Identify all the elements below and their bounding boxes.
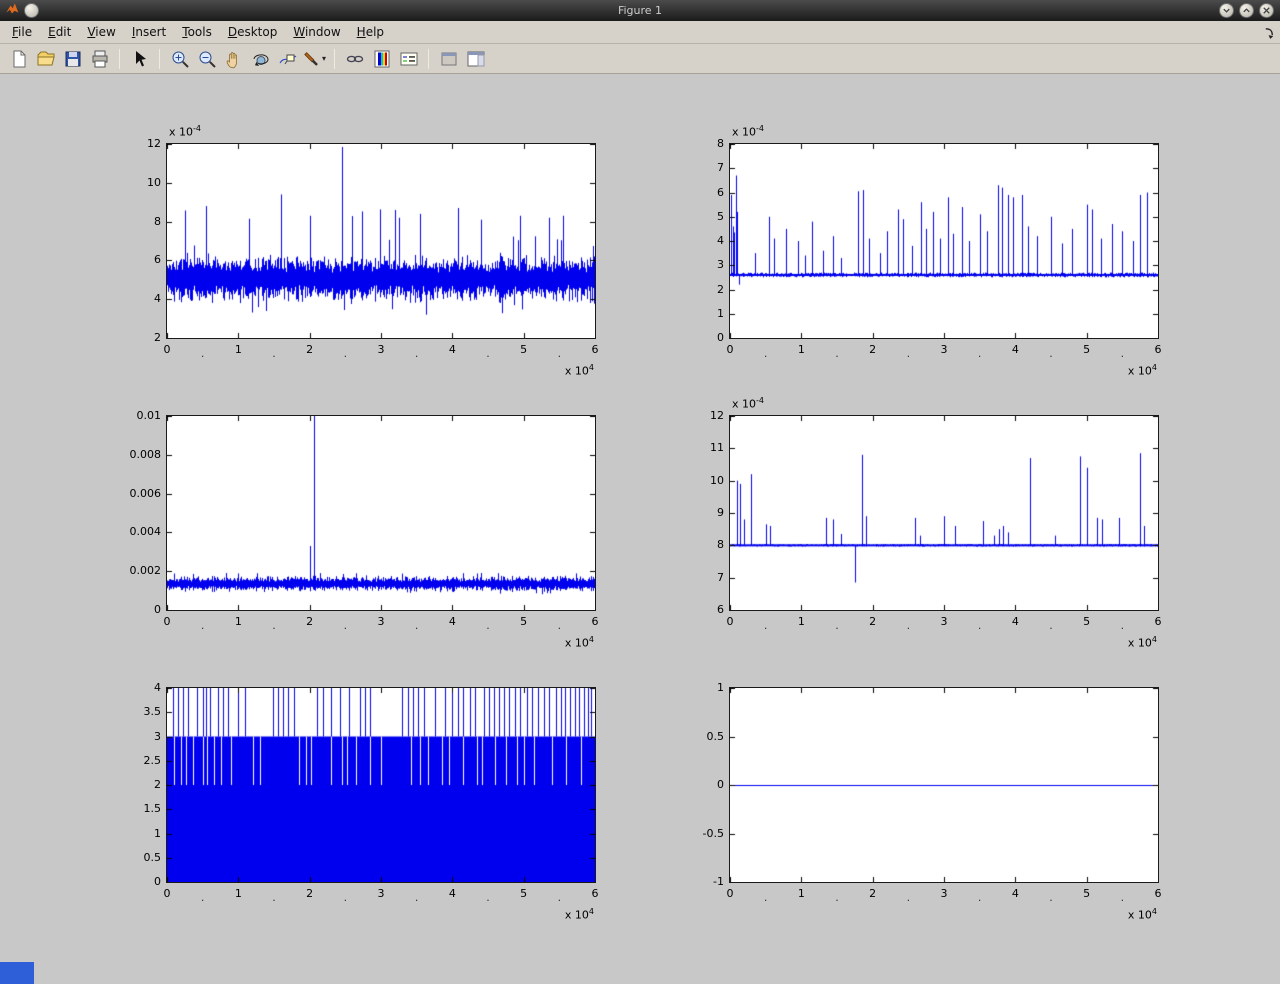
pan-icon bbox=[224, 49, 244, 69]
link-plot-icon bbox=[345, 49, 365, 69]
window-controls bbox=[1219, 3, 1280, 18]
show-plot-tools-button[interactable] bbox=[463, 46, 488, 71]
print-figure-button[interactable] bbox=[87, 46, 112, 71]
zoom-in-icon bbox=[170, 49, 190, 69]
hide-plot-tools-icon bbox=[439, 49, 459, 69]
brush-button[interactable]: ▾ bbox=[302, 46, 327, 71]
insert-colorbar-icon bbox=[372, 49, 392, 69]
save-figure-icon bbox=[63, 49, 83, 69]
new-figure-button[interactable] bbox=[6, 46, 31, 71]
open-file-icon bbox=[36, 49, 56, 69]
toolbar-separator bbox=[334, 49, 335, 69]
menu-item-insert[interactable]: Insert bbox=[124, 22, 174, 42]
insert-legend-icon bbox=[399, 49, 419, 69]
background-window-fragment bbox=[0, 962, 34, 984]
toolbar-separator bbox=[428, 49, 429, 69]
menu-item-window[interactable]: Window bbox=[285, 22, 348, 42]
menu-item-edit[interactable]: Edit bbox=[40, 22, 79, 42]
edit-plot-icon bbox=[130, 49, 150, 69]
rotate-3d-button[interactable] bbox=[248, 46, 273, 71]
insert-colorbar-button[interactable] bbox=[369, 46, 394, 71]
dropdown-arrow-icon[interactable]: ▾ bbox=[322, 54, 326, 63]
new-figure-icon bbox=[9, 49, 29, 69]
hide-plot-tools-button[interactable] bbox=[436, 46, 461, 71]
figure-window: Figure 1 FileEditViewInsertToolsDesktopW… bbox=[0, 0, 1280, 984]
rotate-3d-icon bbox=[251, 49, 271, 69]
zoom-out-button[interactable] bbox=[194, 46, 219, 71]
zoom-out-icon bbox=[197, 49, 217, 69]
window-menu-button[interactable] bbox=[24, 3, 39, 18]
menu-item-help[interactable]: Help bbox=[349, 22, 392, 42]
matlab-logo-icon bbox=[5, 1, 19, 20]
menu-item-tools[interactable]: Tools bbox=[174, 22, 220, 42]
menubar: FileEditViewInsertToolsDesktopWindowHelp bbox=[0, 21, 1280, 44]
brush-icon bbox=[303, 49, 321, 69]
titlebar[interactable]: Figure 1 bbox=[0, 0, 1280, 21]
window-shade-button[interactable] bbox=[1219, 3, 1234, 18]
pan-button[interactable] bbox=[221, 46, 246, 71]
toolbar: ▾ bbox=[0, 44, 1280, 74]
toolbar-separator bbox=[159, 49, 160, 69]
dock-figure-button[interactable] bbox=[1261, 24, 1277, 40]
data-cursor-icon bbox=[278, 49, 298, 69]
show-plot-tools-icon bbox=[466, 49, 486, 69]
insert-legend-button[interactable] bbox=[396, 46, 421, 71]
figure-canvas-background bbox=[0, 74, 1280, 984]
menu-item-view[interactable]: View bbox=[79, 22, 123, 42]
edit-plot-button[interactable] bbox=[127, 46, 152, 71]
menu-items: FileEditViewInsertToolsDesktopWindowHelp bbox=[4, 22, 392, 42]
link-plot-button[interactable] bbox=[342, 46, 367, 71]
window-title: Figure 1 bbox=[0, 4, 1280, 17]
save-figure-button[interactable] bbox=[60, 46, 85, 71]
open-file-button[interactable] bbox=[33, 46, 58, 71]
dock-arrow-icon bbox=[1263, 26, 1276, 39]
menu-item-desktop[interactable]: Desktop bbox=[220, 22, 286, 42]
window-close-button[interactable] bbox=[1259, 3, 1274, 18]
window-maximize-button[interactable] bbox=[1239, 3, 1254, 18]
print-figure-icon bbox=[90, 49, 110, 69]
toolbar-separator bbox=[119, 49, 120, 69]
menu-item-file[interactable]: File bbox=[4, 22, 40, 42]
data-cursor-button[interactable] bbox=[275, 46, 300, 71]
zoom-in-button[interactable] bbox=[167, 46, 192, 71]
